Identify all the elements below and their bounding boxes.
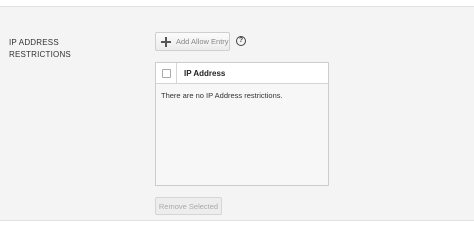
section-label-line2: RESTRICTIONS — [9, 50, 71, 59]
column-header-ip-address: IP Address — [184, 68, 226, 78]
ip-address-table: IP Address There are no IP Address restr… — [155, 62, 329, 186]
section-label-line1: IP ADDRESS — [9, 38, 59, 47]
add-allow-entry-button[interactable]: Add Allow Entry — [155, 32, 230, 51]
help-icon[interactable]: ? — [236, 36, 246, 46]
remove-selected-button[interactable]: Remove Selected — [155, 197, 222, 215]
select-all-cell — [156, 63, 177, 83]
select-all-checkbox[interactable] — [161, 68, 171, 78]
add-allow-entry-label: Add Allow Entry — [176, 37, 229, 46]
ip-restrictions-panel: IP ADDRESS RESTRICTIONS Add Allow Entry … — [0, 6, 474, 221]
empty-table-message: There are no IP Address restrictions. — [161, 91, 283, 100]
plus-icon — [161, 36, 171, 47]
section-label: IP ADDRESS RESTRICTIONS — [9, 37, 89, 61]
table-header: IP Address — [156, 63, 328, 84]
